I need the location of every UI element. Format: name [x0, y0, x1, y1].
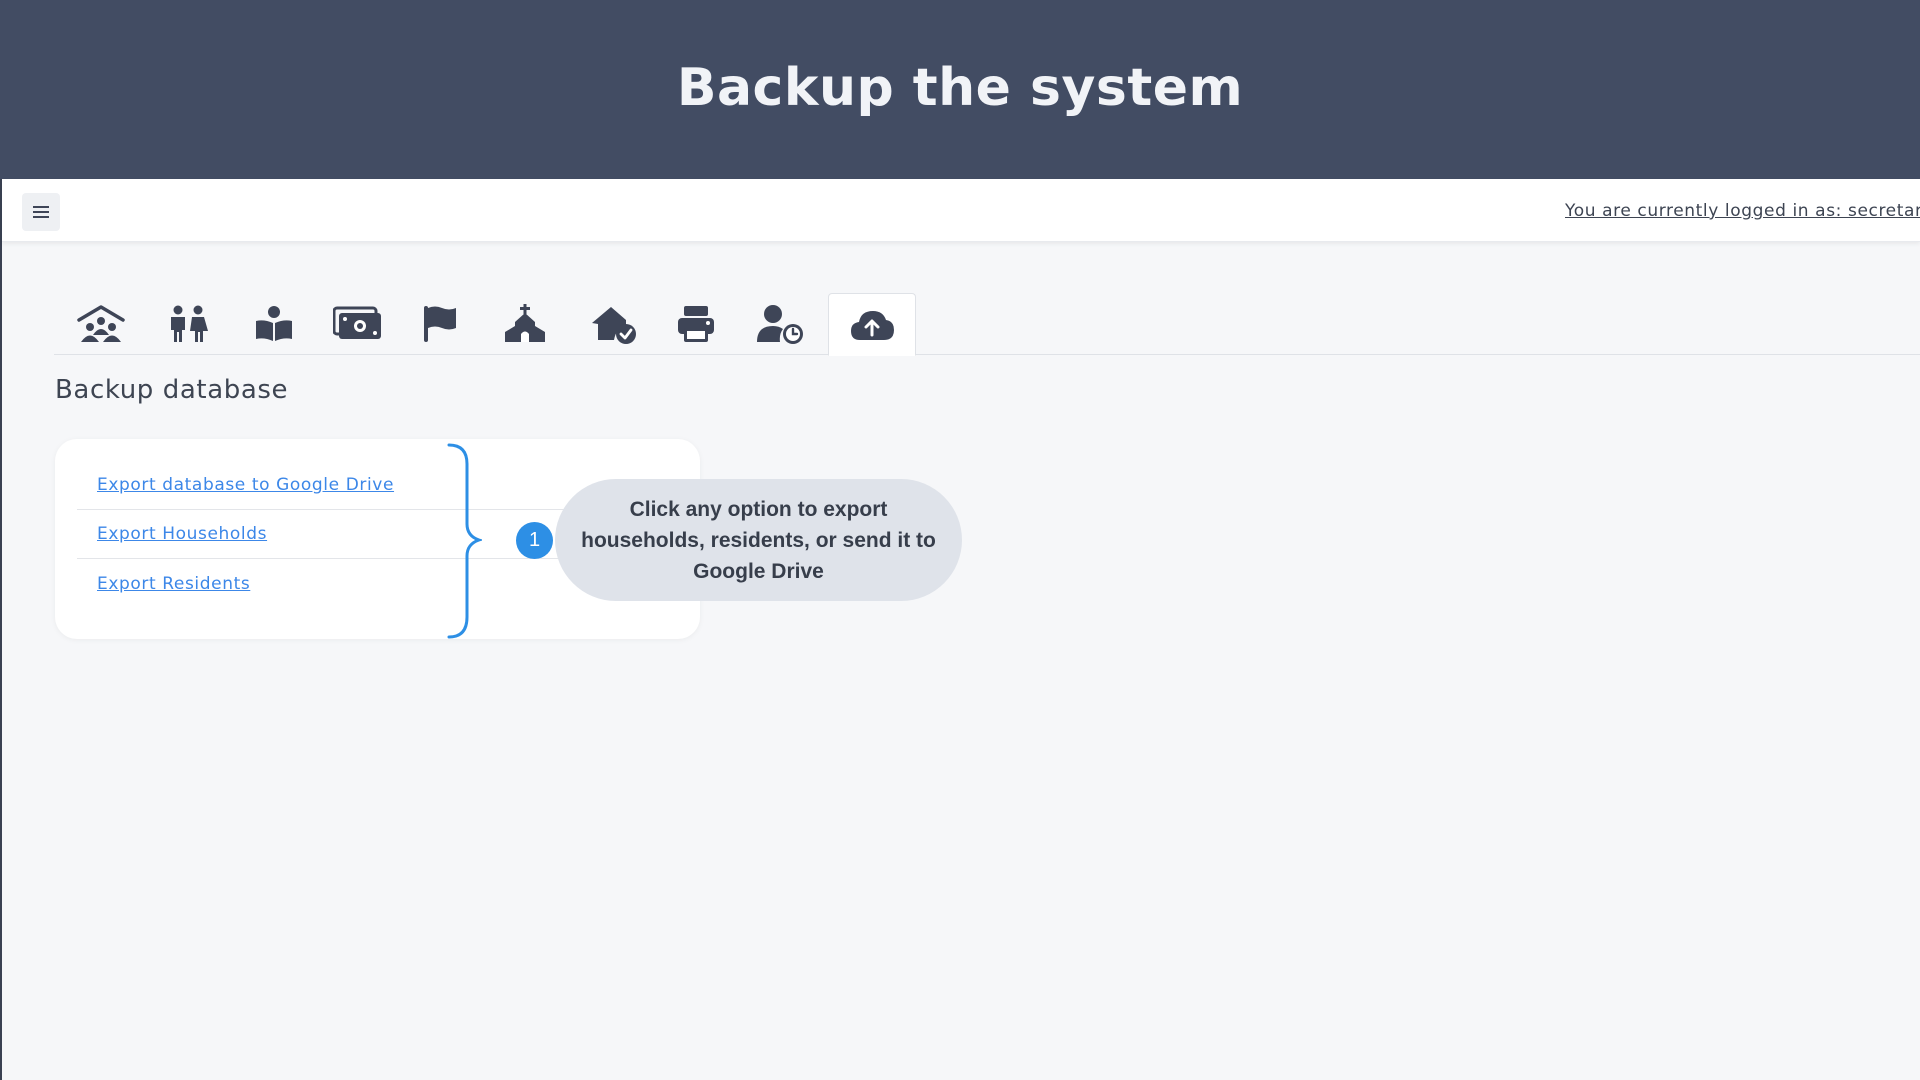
- community-icon: [77, 305, 125, 342]
- residents-icon: [171, 305, 208, 342]
- tab-reader[interactable]: [244, 293, 304, 355]
- top-bar: You are currently logged in as: secretar: [2, 179, 1920, 242]
- tab-residents[interactable]: [158, 293, 218, 355]
- export-google-drive-link[interactable]: Export database to Google Drive: [97, 475, 394, 495]
- export-households-link[interactable]: Export Households: [97, 524, 267, 544]
- annotation-callout: Click any option to export households, r…: [555, 479, 962, 601]
- user-clock-icon: [757, 305, 803, 344]
- tab-user-schedule[interactable]: [747, 293, 813, 355]
- tab-church[interactable]: [492, 293, 558, 355]
- menu-toggle-button[interactable]: [22, 193, 60, 231]
- hamburger-menu-icon: [33, 206, 49, 218]
- tab-print[interactable]: [666, 293, 726, 355]
- tab-flag[interactable]: [410, 293, 470, 355]
- tab-community[interactable]: [71, 293, 131, 355]
- logged-in-user-link[interactable]: You are currently logged in as: secretar: [1565, 201, 1920, 221]
- printer-icon: [678, 306, 714, 342]
- tab-backup[interactable]: [828, 293, 916, 356]
- tutorial-banner: Backup the system: [0, 0, 1920, 179]
- house-check-icon: [592, 307, 636, 344]
- reader-icon: [256, 306, 292, 341]
- export-residents-link[interactable]: Export Residents: [97, 574, 250, 594]
- tab-housing[interactable]: [581, 293, 647, 355]
- flag-icon: [424, 306, 456, 342]
- banner-title: Backup the system: [676, 58, 1244, 118]
- section-title: Backup database: [55, 375, 289, 405]
- module-tabs: [54, 293, 1920, 356]
- step-number-badge: 1: [516, 522, 553, 559]
- app-frame: You are currently logged in as: secretar: [0, 179, 1920, 1080]
- money-icon: [333, 306, 381, 339]
- annotation-bracket: [447, 443, 482, 639]
- cloud-upload-icon: [851, 310, 894, 340]
- church-icon: [505, 304, 545, 342]
- tab-finance[interactable]: [324, 293, 392, 355]
